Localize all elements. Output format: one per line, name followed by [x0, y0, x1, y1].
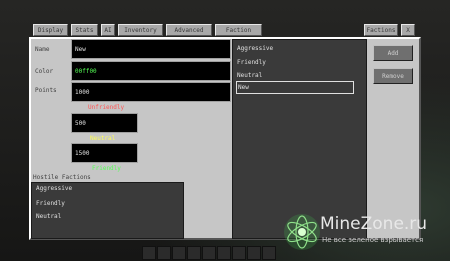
atom-logo-icon [284, 214, 320, 250]
points-label: Points [35, 87, 57, 94]
hotbar-slot [142, 246, 156, 260]
hotbar-slot [247, 246, 261, 260]
tab-inventory[interactable]: Inventory [118, 24, 163, 36]
tab-display[interactable]: Display [33, 24, 68, 36]
tab-factions[interactable]: Factions [364, 24, 398, 36]
color-field[interactable]: 00ff00 [71, 61, 231, 81]
faction-list[interactable]: Aggressive Friendly Neutral New [232, 39, 367, 239]
watermark-title: MineZone.ru [320, 214, 428, 234]
color-label: Color [35, 68, 54, 75]
name-field[interactable]: New [71, 39, 231, 59]
points-field[interactable]: 1000 [71, 82, 231, 102]
tab-stats[interactable]: Stats [71, 24, 98, 36]
hostile-factions-list[interactable]: Aggressive Friendly Neutral [31, 182, 184, 239]
tab-advanced[interactable]: Advanced [166, 24, 212, 36]
close-tab-button[interactable]: X [401, 24, 415, 36]
neutral-label: Neutral [90, 135, 116, 142]
list-item[interactable]: Friendly [237, 59, 266, 66]
watermark-subtitle: Не все зеленое взрывается [322, 236, 424, 244]
selected-item-label: New [238, 84, 249, 91]
add-button[interactable]: Add [373, 45, 413, 61]
list-item[interactable]: Neutral [237, 72, 262, 79]
hotbar-slot [157, 246, 171, 260]
tab-faction[interactable]: Faction [215, 24, 262, 36]
remove-button[interactable]: Remove [373, 68, 413, 84]
name-label: Name [35, 46, 50, 53]
list-item[interactable]: Friendly [36, 200, 65, 207]
hotbar-slot [262, 246, 276, 260]
hotbar-slot [187, 246, 201, 260]
hotbar-slot [172, 246, 186, 260]
hostile-factions-label: Hostile Factions [33, 174, 91, 181]
unfriendly-label: Unfriendly [88, 104, 125, 111]
list-item[interactable]: Aggressive [237, 45, 273, 52]
unfriendly-threshold-field[interactable]: 500 [71, 113, 138, 133]
hotbar-slot [202, 246, 216, 260]
neutral-threshold-field[interactable]: 1500 [71, 143, 138, 163]
hotbar-slot [232, 246, 246, 260]
selected-list-item[interactable]: New [236, 81, 354, 94]
friendly-label: Friendly [92, 165, 121, 172]
tab-ai[interactable]: AI [101, 24, 115, 36]
hotbar-slot [217, 246, 231, 260]
list-item[interactable]: Neutral [36, 213, 61, 220]
list-item[interactable]: Aggressive [36, 185, 72, 192]
